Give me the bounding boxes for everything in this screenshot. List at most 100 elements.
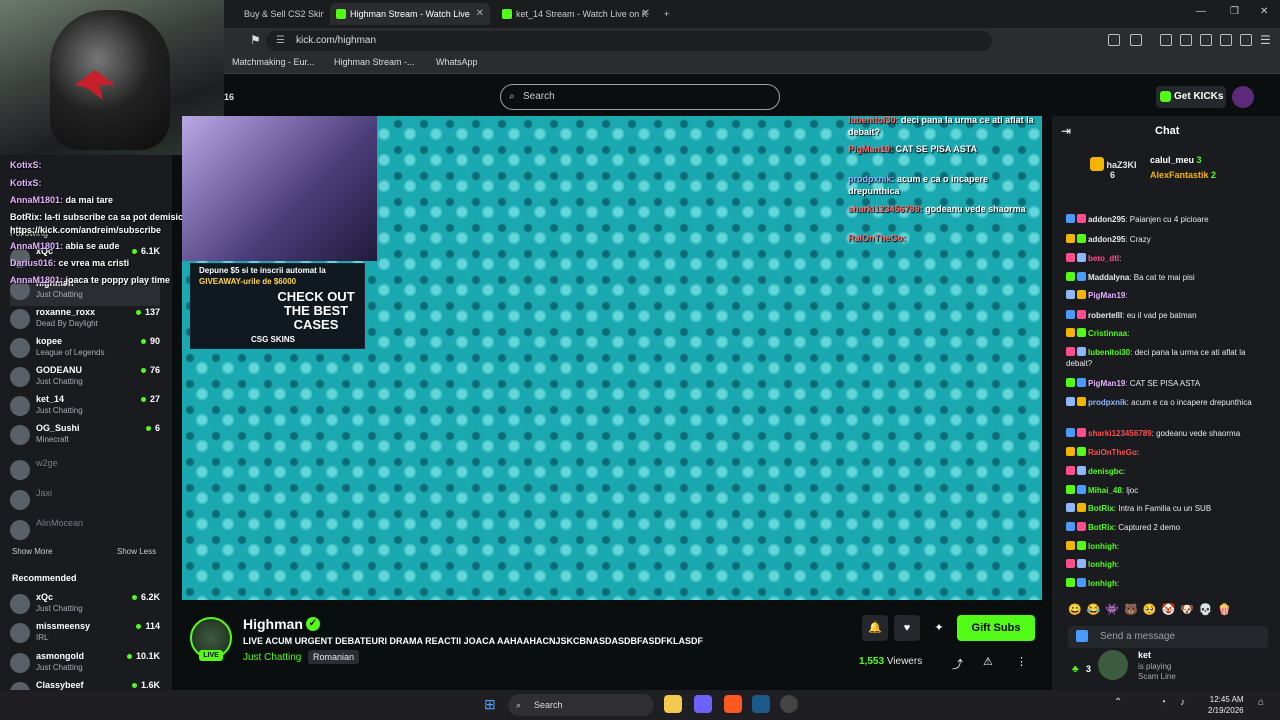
brave-icon[interactable]	[724, 695, 742, 713]
sidebar-channel[interactable]: ket_14 Just Chatting 27	[10, 394, 160, 422]
search-input[interactable]: ⌕ Search	[500, 84, 780, 110]
volume-icon[interactable]: ♪	[1180, 697, 1185, 708]
chat-message[interactable]: addon295: Paianjen cu 4 picioare	[1066, 214, 1270, 225]
chat-message[interactable]: lonhigh:	[1066, 578, 1270, 589]
chat-message[interactable]: lonhigh:	[1066, 541, 1270, 552]
bookmark-matchmaking[interactable]: Matchmaking - Eur...	[232, 57, 315, 67]
game-notification[interactable]: ket is playing Scam Line	[1096, 648, 1186, 684]
report-icon[interactable]: ⚠	[983, 655, 993, 668]
chat-username[interactable]: denisgbc	[1088, 467, 1123, 476]
chat-username[interactable]: Mihai_48	[1088, 486, 1122, 495]
recommended-channel[interactable]: missmeensy IRL 114	[10, 621, 160, 649]
collapse-chat-icon[interactable]: ⇥	[1061, 124, 1071, 138]
close-tab-icon[interactable]: ✕	[476, 3, 484, 25]
chat-message[interactable]: Cristinnaa:	[1066, 328, 1270, 339]
bell-icon[interactable]: 🔔	[862, 615, 888, 641]
chat-message[interactable]: PigMan19:	[1066, 290, 1270, 301]
sidebar-channel-offline[interactable]: AlinMocean	[10, 518, 160, 546]
language-tag[interactable]: Romanian	[308, 650, 360, 664]
tray-chevron-icon[interactable]: ⌃	[1114, 697, 1122, 708]
chat-message[interactable]: robertelll: eu il vad pe batman	[1066, 310, 1270, 321]
sidebar-channel[interactable]: kopee League of Legends 90	[10, 336, 160, 364]
recommended-channel[interactable]: Classybeef 1.6K	[10, 680, 160, 690]
tab-csgoskins[interactable]: Buy & Sell CS2 Skins on the	[224, 3, 324, 25]
chat-message[interactable]: addon295: Crazy	[1066, 234, 1270, 245]
bookmark-icon[interactable]: ⚑	[250, 33, 261, 47]
chat-username[interactable]: Maddalyna	[1088, 273, 1129, 282]
emote-bar[interactable]: 😀😂👾🐻🥺🤡🐶💀🍿	[1068, 603, 1236, 616]
sidebar-channel[interactable]: GODEANU Just Chatting 76	[10, 365, 160, 393]
chat-username[interactable]: lonhigh	[1088, 560, 1117, 569]
recommended-channel[interactable]: xQc Just Chatting 6.2K	[10, 592, 160, 620]
url-field[interactable]: kick.com/highman	[266, 31, 992, 51]
chat-message[interactable]: denisgbc:	[1066, 466, 1270, 477]
bookmark-whatsapp[interactable]: WhatsApp	[436, 57, 478, 67]
extensions-icon[interactable]	[1108, 34, 1120, 46]
new-tab-button[interactable]: +	[660, 3, 680, 25]
close-window-icon[interactable]: ✕	[1260, 6, 1268, 17]
sidebar-channel[interactable]: OG_Sushi Minecraft 6	[10, 423, 160, 451]
chat-message[interactable]: BotRix: Intra in Familia cu un SUB	[1066, 503, 1270, 514]
streamer-name[interactable]: Highman	[243, 616, 303, 632]
wifi-icon[interactable]: ◔	[1160, 697, 1166, 708]
emote-picker-icon[interactable]	[1076, 630, 1088, 642]
maximize-icon[interactable]: ❐	[1230, 6, 1239, 17]
chat-username[interactable]: lonhigh	[1088, 542, 1117, 551]
recommended-channel[interactable]: asmongold Just Chatting 10.1K	[10, 651, 160, 679]
chat-message[interactable]: beto_dtl:	[1066, 253, 1270, 264]
menu-icon[interactable]: ☰	[1260, 33, 1271, 47]
tab-highman[interactable]: Highman Stream - Watch Live ✕	[330, 3, 490, 25]
more-icon[interactable]: ⋮	[1016, 655, 1027, 668]
chat-message[interactable]: Mihai_48: ljoc	[1066, 485, 1270, 496]
get-kicks-button[interactable]: Get KICKs	[1156, 86, 1226, 108]
chat-message[interactable]: RaiOnTheGo:	[1066, 447, 1270, 458]
close-tab-icon[interactable]: ✕	[642, 3, 650, 25]
show-less-button[interactable]: Show Less	[117, 547, 156, 556]
ai-icon[interactable]	[1220, 34, 1232, 46]
chat-message[interactable]: BotRix: Captured 2 demo	[1066, 522, 1270, 533]
tab-ket14[interactable]: ket_14 Stream - Watch Live on K ✕	[496, 3, 656, 25]
clock[interactable]: 12:45 AM 2/19/2026	[1208, 694, 1244, 716]
chat-username[interactable]: BotRix	[1088, 523, 1114, 532]
chat-username[interactable]: beto_dtl	[1088, 254, 1119, 263]
sidebar-channel-offline[interactable]: w2ge	[10, 458, 160, 486]
wallet-icon[interactable]	[1200, 34, 1212, 46]
chat-username[interactable]: RaiOnTheGo	[1088, 448, 1137, 457]
chat-username[interactable]: addon295	[1088, 215, 1125, 224]
chat-username[interactable]: PigMan19	[1088, 291, 1125, 300]
taskbar-search[interactable]: ⌕ Search	[508, 694, 654, 716]
sidebar-icon[interactable]	[1180, 34, 1192, 46]
chat-message[interactable]: lubenitoi30: deci pana la urma ce ati af…	[1066, 347, 1270, 369]
notifications-icon[interactable]: ⌂	[1258, 697, 1264, 708]
shield-icon[interactable]	[1240, 34, 1252, 46]
avatar[interactable]	[1232, 86, 1254, 108]
media-icon[interactable]	[1160, 34, 1172, 46]
points-icon[interactable]: ♣	[1072, 664, 1079, 675]
chat-username[interactable]: lonhigh	[1088, 579, 1117, 588]
site-info-icon[interactable]: ☰	[276, 35, 285, 46]
steam-icon[interactable]	[752, 695, 770, 713]
chat-message[interactable]: lonhigh:	[1066, 559, 1270, 570]
chat-username[interactable]: prodpxnik	[1088, 398, 1127, 407]
chat-input[interactable]: Send a message	[1068, 626, 1268, 648]
file-explorer-icon[interactable]	[664, 695, 682, 713]
chat-username[interactable]: lubenitoi30	[1088, 348, 1130, 357]
show-more-button[interactable]: Show More	[12, 547, 52, 556]
sidebar-channel[interactable]: roxanne_roxx Dead By Daylight 137	[10, 307, 160, 335]
tab-search-icon[interactable]	[1130, 34, 1142, 46]
windows-start-icon[interactable]: ⊞	[484, 696, 496, 713]
chat-username[interactable]: Cristinnaa	[1088, 329, 1127, 338]
chat-username[interactable]: robertelll	[1088, 311, 1122, 320]
chat-username[interactable]: sharki123456789	[1088, 429, 1152, 438]
chat-username[interactable]: BotRix	[1088, 504, 1114, 513]
chat-username[interactable]: PigMan19	[1088, 379, 1125, 388]
heart-icon[interactable]: ♥	[894, 615, 920, 641]
discord-icon[interactable]	[694, 695, 712, 713]
sparkle-icon[interactable]: ✦	[926, 615, 952, 641]
chat-message[interactable]: prodpxnik: acum e ca o incapere drepunth…	[1066, 397, 1270, 408]
share-icon[interactable]: ⤴	[952, 656, 963, 672]
app-icon[interactable]	[780, 695, 798, 713]
chat-message[interactable]: Maddalyna: Ba cat te mai pisi	[1066, 272, 1270, 283]
chat-message[interactable]: PigMan19: CAT SE PISA ASTA	[1066, 378, 1270, 389]
minimize-icon[interactable]: —	[1196, 6, 1206, 17]
